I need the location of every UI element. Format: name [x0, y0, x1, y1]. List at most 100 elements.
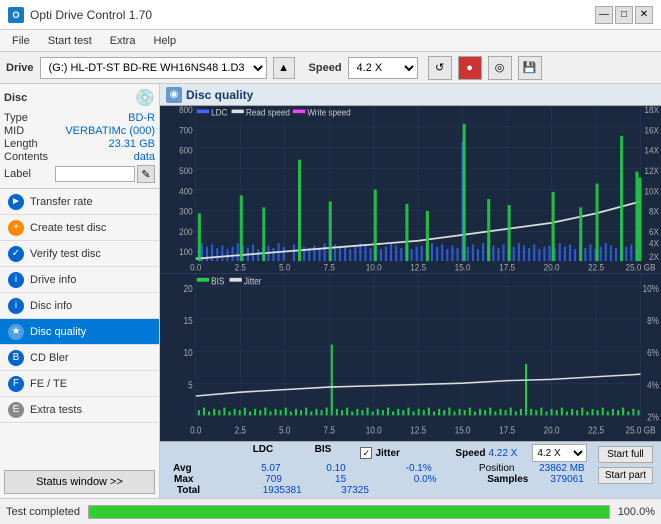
svg-text:15.0: 15.0	[455, 424, 471, 435]
stats-area: LDC BIS ✓ Jitter Speed 4.22 X	[160, 441, 661, 498]
svg-text:2.5: 2.5	[235, 424, 246, 435]
sidebar-item-cd-bler[interactable]: B CD Bler	[0, 345, 159, 371]
svg-text:10%: 10%	[643, 283, 659, 294]
menu-extra[interactable]: Extra	[102, 33, 144, 49]
svg-text:22.5: 22.5	[588, 262, 604, 273]
label-edit-button[interactable]: ✎	[137, 165, 155, 183]
menu-file[interactable]: File	[4, 33, 38, 49]
svg-text:10: 10	[184, 347, 193, 358]
verify-test-icon: ✓	[8, 246, 24, 262]
sidebar-item-fe-te[interactable]: F FE / TE	[0, 371, 159, 397]
refresh-button[interactable]: ↺	[428, 56, 452, 80]
ldc-avg: 5.07	[248, 463, 293, 474]
svg-text:8%: 8%	[647, 315, 659, 326]
jitter-max: 0.0%	[385, 474, 465, 485]
sidebar-item-transfer-rate[interactable]: ► Transfer rate	[0, 189, 159, 215]
start-full-button[interactable]: Start full	[598, 446, 653, 463]
close-button[interactable]: ✕	[635, 6, 653, 24]
sidebar-item-disc-quality[interactable]: ★ Disc quality	[0, 319, 159, 345]
progress-bar	[88, 505, 610, 519]
extra-tests-label: Extra tests	[30, 404, 82, 416]
svg-text:600: 600	[179, 145, 193, 156]
app-title: Opti Drive Control 1.70	[30, 8, 152, 22]
svg-text:BIS: BIS	[211, 275, 224, 286]
samples-label: Samples	[487, 474, 528, 485]
svg-text:6%: 6%	[647, 347, 659, 358]
avg-label: Avg	[173, 463, 228, 474]
svg-text:25.0 GB: 25.0 GB	[626, 424, 656, 435]
drive-info-icon: i	[8, 272, 24, 288]
max-label: Max	[174, 474, 229, 485]
svg-text:4%: 4%	[647, 379, 659, 390]
speed-select[interactable]: 4.2 X	[348, 57, 418, 79]
drive-select[interactable]: (G:) HL-DT-ST BD-RE WH16NS48 1.D3	[40, 57, 267, 79]
svg-text:LDC: LDC	[211, 107, 228, 118]
disc-info-label: Disc info	[30, 300, 72, 312]
svg-text:10X: 10X	[644, 186, 659, 197]
bis-max: 15	[318, 474, 363, 485]
speed-value: 4.22 X	[488, 448, 517, 459]
mid-value: VERBATIMc (000)	[65, 125, 155, 137]
progress-bar-fill	[89, 506, 609, 518]
svg-text:Write speed: Write speed	[307, 107, 350, 118]
window-controls: — □ ✕	[595, 6, 653, 24]
sidebar: Disc 💿 Type BD-R MID VERBATIMc (000) Len…	[0, 84, 160, 498]
content-title: Disc quality	[186, 88, 253, 102]
svg-text:25.0 GB: 25.0 GB	[626, 262, 656, 273]
svg-text:22.5: 22.5	[588, 424, 604, 435]
save-button[interactable]: 💾	[518, 56, 542, 80]
disc-panel-title: Disc	[4, 92, 27, 104]
statusbar: Test completed 100.0%	[0, 498, 661, 524]
content-header: ◉ Disc quality	[160, 84, 661, 106]
svg-text:0.0: 0.0	[190, 424, 201, 435]
fe-te-label: FE / TE	[30, 378, 67, 390]
top-chart: 800 700 600 500 400 300 200 100 18X 16X …	[160, 106, 661, 274]
svg-text:100: 100	[179, 247, 193, 258]
svg-text:18X: 18X	[644, 106, 659, 115]
svg-text:16X: 16X	[644, 125, 659, 136]
app-icon: O	[8, 7, 24, 23]
sidebar-item-extra-tests[interactable]: E Extra tests	[0, 397, 159, 423]
svg-text:6X: 6X	[649, 226, 659, 237]
menu-help[interactable]: Help	[145, 33, 184, 49]
disc-icon-btn2[interactable]: ◎	[488, 56, 512, 80]
start-part-button[interactable]: Start part	[598, 467, 653, 484]
menu-start-test[interactable]: Start test	[40, 33, 100, 49]
fe-te-icon: F	[8, 376, 24, 392]
svg-text:400: 400	[179, 186, 193, 197]
cd-bler-icon: B	[8, 350, 24, 366]
transfer-rate-icon: ►	[8, 194, 24, 210]
charts-area: 800 700 600 500 400 300 200 100 18X 16X …	[160, 106, 661, 441]
sidebar-item-disc-info[interactable]: i Disc info	[0, 293, 159, 319]
contents-value: data	[134, 151, 155, 163]
sidebar-item-create-test-disc[interactable]: + Create test disc	[0, 215, 159, 241]
eject-button[interactable]: ▲	[273, 57, 295, 79]
disc-quality-icon: ★	[8, 324, 24, 340]
sidebar-item-drive-info[interactable]: i Drive info	[0, 267, 159, 293]
svg-text:10.0: 10.0	[366, 424, 382, 435]
maximize-button[interactable]: □	[615, 6, 633, 24]
svg-text:200: 200	[179, 226, 193, 237]
svg-text:4X: 4X	[649, 238, 659, 249]
svg-text:Jitter: Jitter	[244, 275, 262, 286]
label-input[interactable]	[55, 166, 135, 182]
drivebar: Drive (G:) HL-DT-ST BD-RE WH16NS48 1.D3 …	[0, 52, 661, 84]
ldc-max: 709	[251, 474, 296, 485]
position-value: 23862 MB	[539, 463, 585, 474]
svg-text:500: 500	[179, 165, 193, 176]
svg-text:300: 300	[179, 206, 193, 217]
status-window-button[interactable]: Status window >>	[4, 470, 155, 494]
svg-text:7.5: 7.5	[324, 262, 335, 273]
svg-text:20: 20	[184, 283, 193, 294]
jitter-checkbox[interactable]: ✓	[360, 447, 372, 459]
bis-col-header: BIS	[300, 444, 345, 462]
svg-text:15: 15	[184, 315, 193, 326]
disc-icon-btn1[interactable]: ●	[458, 56, 482, 80]
type-value: BD-R	[128, 112, 155, 124]
minimize-button[interactable]: —	[595, 6, 613, 24]
sidebar-item-verify-test-disc[interactable]: ✓ Verify test disc	[0, 241, 159, 267]
length-value: 23.31 GB	[109, 138, 155, 150]
disc-label-label: Label	[4, 168, 31, 180]
jitter-col-header: Jitter	[375, 448, 399, 459]
speed-select-stats[interactable]: 4.2 X	[532, 444, 587, 462]
